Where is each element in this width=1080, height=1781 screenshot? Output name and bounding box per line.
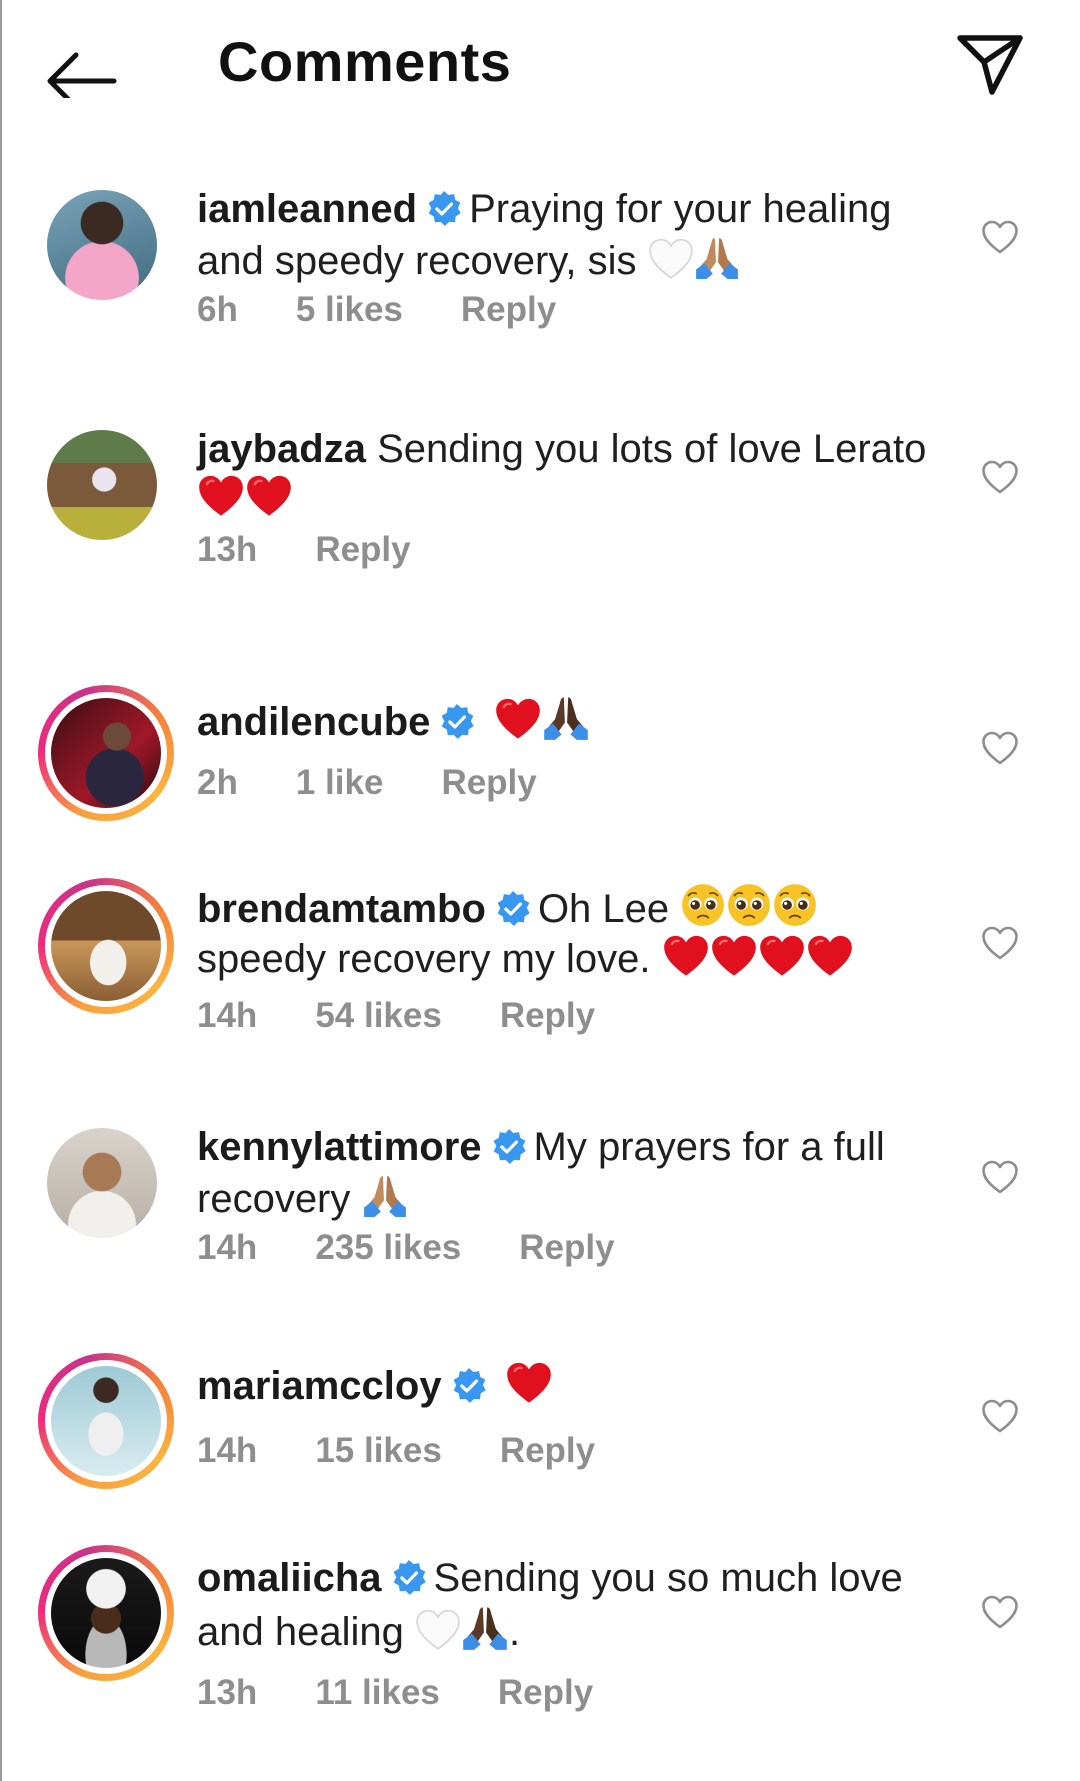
direct-message-icon[interactable] <box>950 22 1030 102</box>
avatar-story-ring[interactable] <box>38 1545 174 1681</box>
comment-username[interactable]: jaybadza <box>197 427 366 471</box>
white-heart-icon <box>415 1609 461 1651</box>
comment-item: andilencube 2h 1 like Reply <box>0 685 1080 825</box>
comment-item: kennylattimore My prayers for a full reco… <box>0 1118 1080 1308</box>
comment-item: iamleanned Praying for your healing and s… <box>0 180 1080 380</box>
red-heart-icon <box>245 474 293 518</box>
reply-button[interactable]: Reply <box>498 1673 593 1712</box>
comment-likes[interactable]: 235 likes <box>315 1228 461 1267</box>
comment-time: 14h <box>197 1228 258 1267</box>
avatar-photo <box>45 692 167 814</box>
reply-button[interactable]: Reply <box>500 996 595 1035</box>
comment-text: Oh Lee <box>537 887 670 931</box>
red-heart-icon <box>758 934 806 978</box>
pleading-face-icon <box>726 882 772 928</box>
red-heart-icon <box>662 934 710 978</box>
comment-time: 13h <box>197 1673 258 1712</box>
white-heart-icon <box>648 238 694 280</box>
comment-text: Sending you lots of love Lerato <box>377 427 927 471</box>
avatar-photo <box>45 1360 167 1482</box>
reply-button[interactable]: Reply <box>315 530 410 569</box>
header: Comments <box>0 0 1080 120</box>
comment-item: brendamtambo Oh Lee speedy recovery my lo… <box>0 878 1080 1068</box>
avatar-story-ring[interactable] <box>38 1353 174 1489</box>
comment-username[interactable]: kennylattimore <box>197 1125 482 1169</box>
comment-time: 6h <box>197 290 238 329</box>
avatar-story-ring[interactable] <box>38 685 174 821</box>
reply-button[interactable]: Reply <box>500 1431 595 1470</box>
comment-time: 13h <box>197 530 258 569</box>
reply-button[interactable]: Reply <box>519 1228 614 1267</box>
comment-item: omaliicha Sending you so much love and he… <box>0 1545 1080 1745</box>
red-heart-icon <box>494 697 542 741</box>
avatar[interactable] <box>37 1118 173 1254</box>
like-heart-icon[interactable] <box>980 729 1020 769</box>
red-heart-icon <box>806 934 854 978</box>
comment-username[interactable]: iamleanned <box>197 187 417 231</box>
comment-likes[interactable]: 54 likes <box>315 996 442 1035</box>
page-title: Comments <box>218 30 512 93</box>
comment-likes[interactable]: 5 likes <box>296 290 403 329</box>
comment-username[interactable]: brendamtambo <box>197 887 486 931</box>
like-heart-icon[interactable] <box>980 218 1020 258</box>
avatar-photo <box>47 430 157 540</box>
comment-username[interactable]: andilencube <box>197 700 430 744</box>
verified-badge-icon <box>425 190 463 228</box>
avatar-story-ring[interactable] <box>38 878 174 1014</box>
avatar-photo <box>45 885 167 1007</box>
comment-text-suffix: . <box>508 1610 521 1654</box>
like-heart-icon[interactable] <box>980 1158 1020 1198</box>
comment-likes[interactable]: 1 like <box>296 763 384 802</box>
red-heart-icon <box>197 474 245 518</box>
like-heart-icon[interactable] <box>980 458 1020 498</box>
comment-username[interactable]: omaliicha <box>197 1556 382 1600</box>
comment-time: 2h <box>197 763 238 802</box>
pleading-face-icon <box>680 882 726 928</box>
verified-badge-icon <box>490 1128 528 1166</box>
comment-likes[interactable]: 15 likes <box>315 1431 442 1470</box>
like-heart-icon[interactable] <box>980 1397 1020 1437</box>
red-heart-icon <box>505 1361 553 1405</box>
verified-badge-icon <box>438 703 476 741</box>
verified-badge-icon <box>450 1367 488 1405</box>
comment-time: 14h <box>197 996 258 1035</box>
back-arrow-icon[interactable] <box>40 28 130 110</box>
comment-username[interactable]: mariamccloy <box>197 1364 442 1408</box>
avatar-photo <box>47 190 157 300</box>
comment-item: mariamccloy 14h 15 likes Reply <box>0 1353 1080 1493</box>
red-heart-icon <box>710 934 758 978</box>
pleading-face-icon <box>772 882 818 928</box>
like-heart-icon[interactable] <box>980 1593 1020 1633</box>
comment-likes[interactable]: 11 likes <box>315 1673 440 1712</box>
avatar-photo <box>45 1552 167 1674</box>
avatar[interactable] <box>37 180 173 316</box>
avatar[interactable] <box>37 420 173 556</box>
comment-time: 14h <box>197 1431 258 1470</box>
folded-hands-icon <box>694 234 740 280</box>
folded-hands-icon <box>461 1603 509 1651</box>
comment-text-line2: speedy recovery my love. <box>197 937 651 981</box>
comment-item: jaybadza Sending you lots of love Lerato… <box>0 420 1080 620</box>
folded-hands-icon <box>542 693 590 741</box>
verified-badge-icon <box>494 890 532 928</box>
reply-button[interactable]: Reply <box>441 763 536 802</box>
verified-badge-icon <box>390 1559 428 1597</box>
folded-hands-icon <box>362 1172 408 1218</box>
avatar-photo <box>47 1128 157 1238</box>
reply-button[interactable]: Reply <box>461 290 556 329</box>
like-heart-icon[interactable] <box>980 924 1020 964</box>
